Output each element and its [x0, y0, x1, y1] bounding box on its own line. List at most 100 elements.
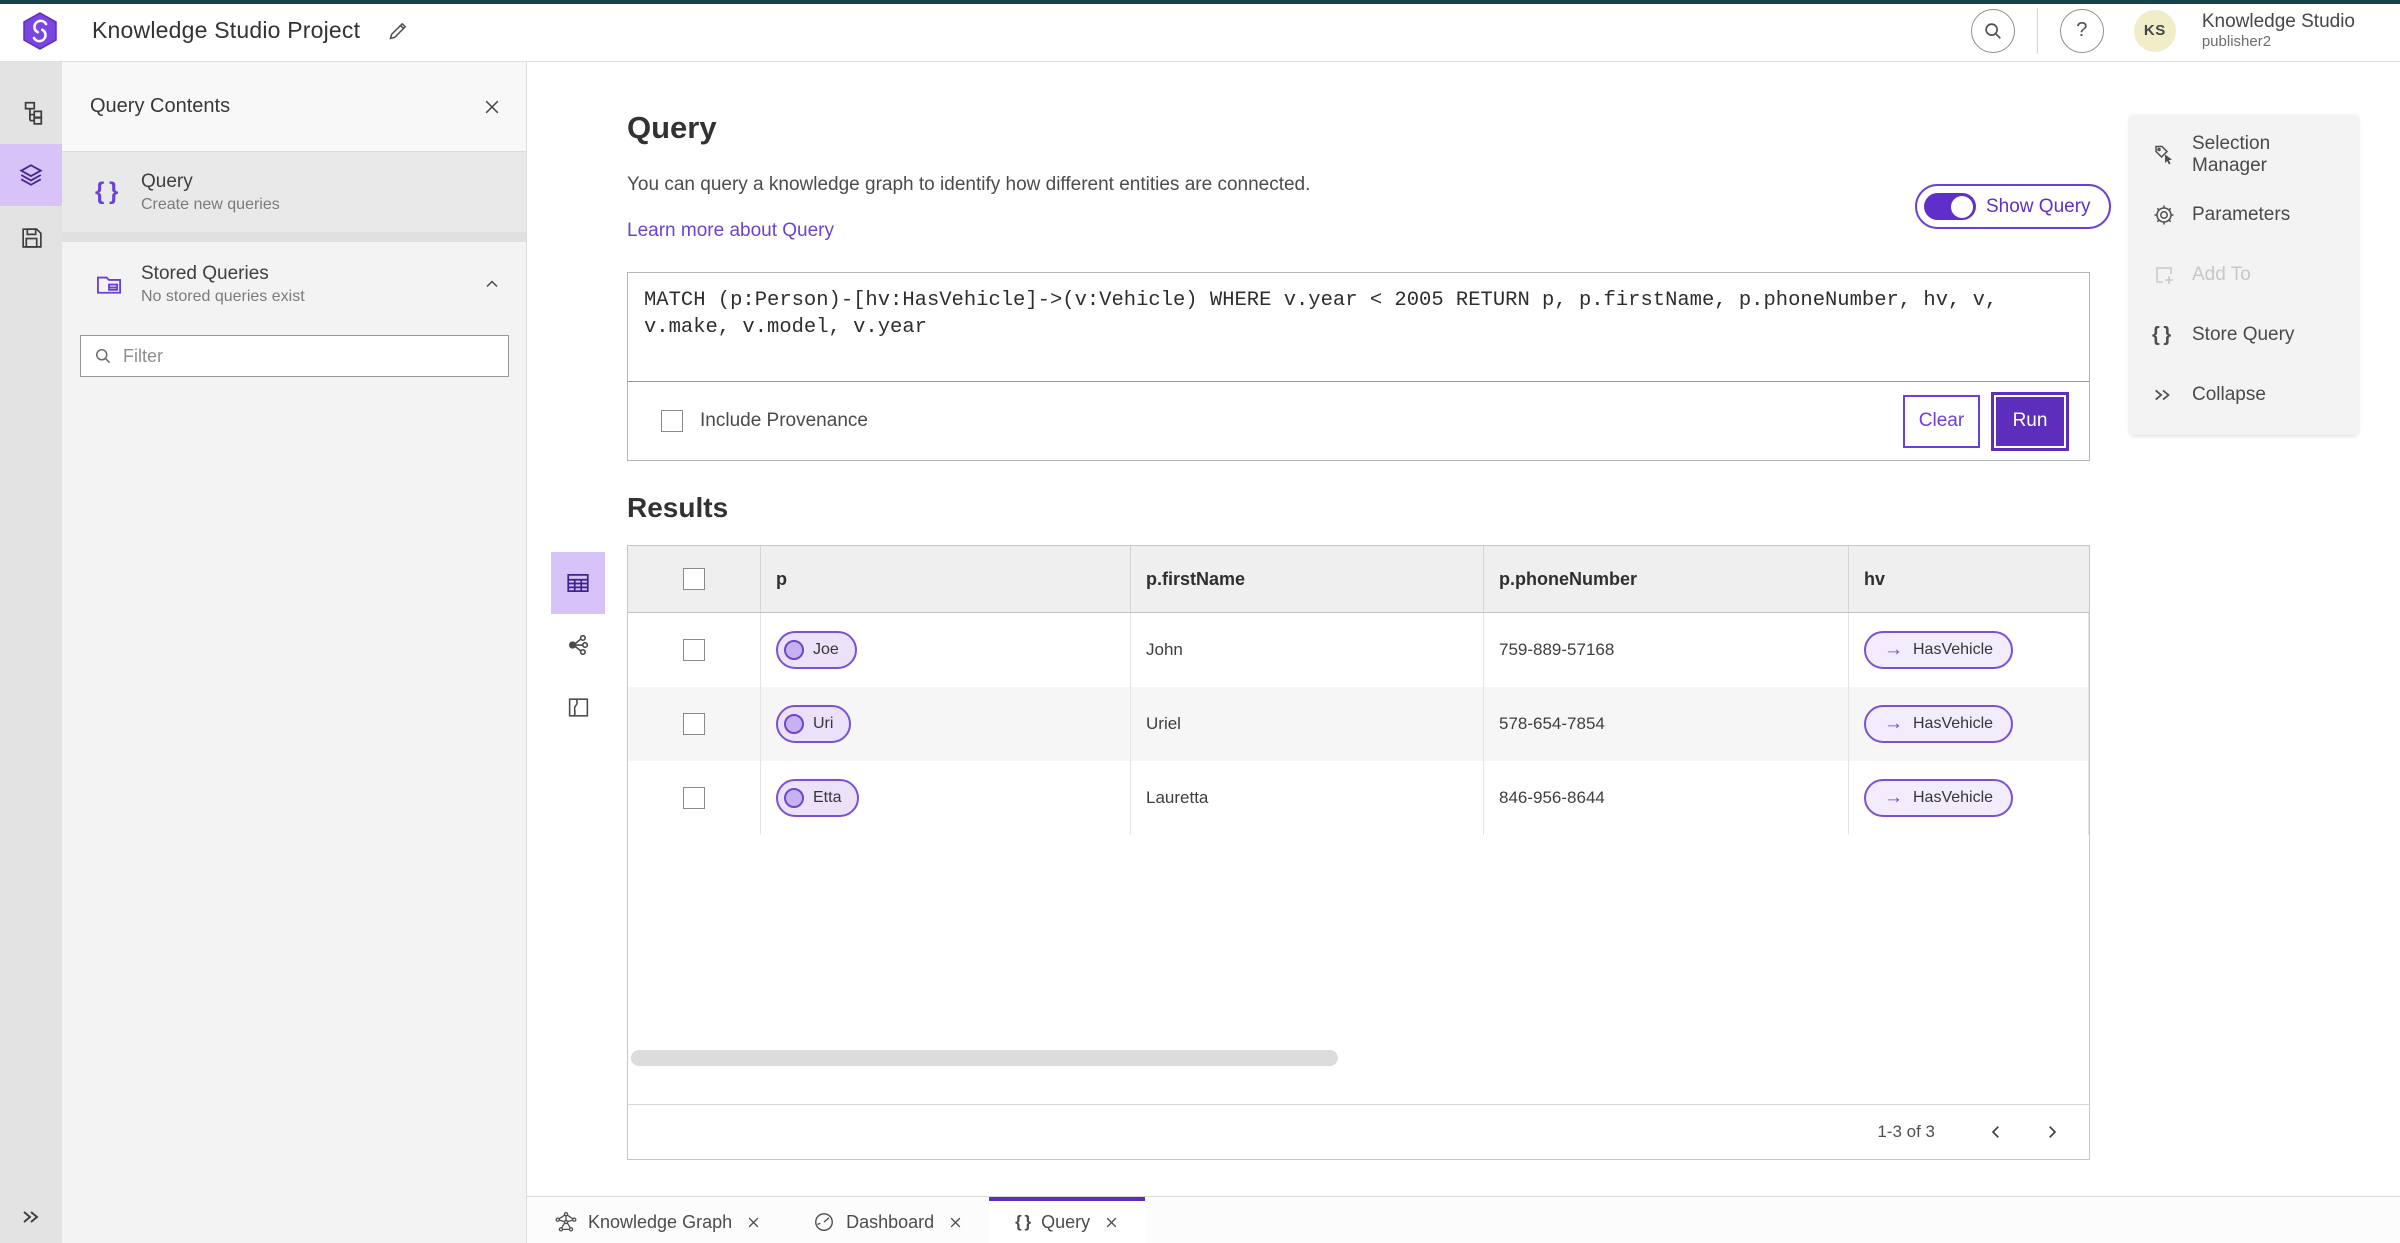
panel-header: Query Contents	[62, 62, 526, 152]
entity-node-icon	[784, 788, 804, 808]
panel-divider	[62, 232, 526, 242]
chevron-left-icon	[1991, 1126, 1999, 1138]
filter-input[interactable]	[123, 345, 496, 367]
table-row[interactable]: Joe John 759-889-57168 → HasVehicle	[628, 613, 2089, 687]
chevron-right-icon	[2049, 1126, 2057, 1138]
expand-rail-button[interactable]	[0, 1205, 62, 1229]
clear-button[interactable]: Clear	[1903, 394, 1980, 448]
row-checkbox[interactable]	[683, 787, 705, 809]
include-provenance-label: Include Provenance	[700, 410, 868, 431]
help-button[interactable]: ?	[2059, 8, 2104, 53]
panel-close-button[interactable]	[482, 97, 502, 117]
bottom-tab-bar: Knowledge Graph Dashboard { } Query	[527, 1196, 2400, 1243]
previous-page-button[interactable]	[1987, 1123, 2005, 1141]
parameters-button[interactable]: Parameters	[2130, 185, 2358, 245]
query-actions-row: Include Provenance Clear Run	[628, 382, 2089, 460]
relationship-chip[interactable]: → HasVehicle	[1864, 779, 2014, 817]
row-checkbox[interactable]	[683, 639, 705, 661]
map-view-button[interactable]	[551, 676, 605, 738]
query-code-input[interactable]: MATCH (p:Person)-[hv:HasVehicle]->(v:Veh…	[628, 273, 2089, 382]
add-to-button: Add To	[2130, 245, 2358, 305]
row-checkbox[interactable]	[683, 713, 705, 735]
rail-item-contents[interactable]	[0, 144, 62, 206]
show-query-label: Show Query	[1986, 195, 2091, 217]
add-to-icon	[2152, 263, 2178, 287]
left-icon-rail	[0, 62, 62, 1243]
toggle-switch[interactable]	[1924, 193, 1976, 220]
store-query-button[interactable]: { } Store Query	[2130, 305, 2358, 365]
arrow-right-icon: →	[1884, 639, 1903, 660]
results-view-switcher	[551, 552, 605, 738]
collapse-section-button[interactable]	[482, 274, 502, 294]
table-empty-area	[628, 835, 2089, 1104]
sidebar-item-query[interactable]: { } Query Create new queries	[62, 152, 526, 232]
entity-chip[interactable]: Uri	[776, 705, 852, 743]
relationship-chip[interactable]: → HasVehicle	[1864, 631, 2014, 669]
avatar[interactable]: KS	[2133, 9, 2176, 52]
stored-queries-title: Stored Queries	[141, 262, 269, 284]
relationship-chip[interactable]: → HasVehicle	[1864, 705, 2014, 743]
horizontal-scrollbar[interactable]	[631, 1050, 1338, 1066]
gear-icon	[2152, 203, 2178, 227]
tab-knowledge-graph[interactable]: Knowledge Graph	[529, 1197, 787, 1243]
learn-more-link[interactable]: Learn more about Query	[627, 220, 834, 242]
arrow-right-icon: →	[1884, 713, 1903, 734]
close-tab-icon[interactable]	[948, 1215, 963, 1230]
table-footer: 1-3 of 3	[628, 1104, 2089, 1159]
select-all-checkbox[interactable]	[683, 568, 705, 590]
top-bar: Knowledge Studio Project ? KS Knowledge …	[0, 0, 2400, 62]
page-title: Query	[627, 110, 717, 145]
double-chevron-right-icon	[23, 1211, 39, 1223]
braces-icon: { }	[2152, 323, 2171, 346]
map-icon	[568, 697, 588, 717]
query-workspace: Query You can query a knowledge graph to…	[527, 62, 2400, 1196]
table-header-row: p p.firstName p.phoneNumber hv	[628, 546, 2089, 613]
search-icon	[93, 346, 113, 366]
app-logo-icon[interactable]	[20, 11, 60, 51]
close-tab-icon[interactable]	[1104, 1215, 1119, 1230]
selection-manager-icon	[2152, 143, 2178, 167]
layers-icon	[19, 164, 43, 186]
query-item-title: Query	[141, 170, 193, 192]
column-header-firstname[interactable]: p.firstName	[1131, 546, 1484, 612]
tab-query[interactable]: { } Query	[989, 1197, 1146, 1243]
column-header-phonenumber[interactable]: p.phoneNumber	[1484, 546, 1849, 612]
query-contents-panel: Query Contents { } Query Create new quer…	[62, 62, 527, 1243]
column-header-hv[interactable]: hv	[1849, 546, 2089, 612]
include-provenance-checkbox[interactable]	[661, 410, 683, 432]
app-window: Knowledge Studio Project ? KS Knowledge …	[0, 0, 2400, 1243]
edit-title-icon[interactable]	[386, 19, 410, 43]
entity-chip[interactable]: Etta	[776, 779, 860, 817]
search-button[interactable]	[1970, 8, 2015, 53]
table-view-button[interactable]	[551, 552, 605, 614]
close-tab-icon[interactable]	[746, 1215, 761, 1230]
results-table: p p.firstName p.phoneNumber hv Joe John …	[627, 545, 2090, 1160]
stored-queries-filter	[80, 335, 509, 377]
cell-first-name: John	[1131, 613, 1484, 687]
column-header-p[interactable]: p	[761, 546, 1131, 612]
account-info[interactable]: Knowledge Studio publisher2	[2202, 11, 2355, 50]
table-icon	[567, 574, 589, 592]
query-tools-panel: Selection Manager Parameters Add To {} …	[2130, 115, 2358, 435]
rail-item-save[interactable]	[0, 206, 62, 268]
entity-chip[interactable]: Joe	[776, 631, 857, 669]
rail-item-data-model[interactable]	[0, 82, 62, 144]
save-icon	[21, 227, 42, 248]
graph-icon	[568, 634, 589, 656]
selection-manager-button[interactable]: Selection Manager	[2130, 125, 2358, 185]
braces-icon: { }	[1015, 1212, 1031, 1231]
show-query-toggle[interactable]: Show Query	[1915, 184, 2111, 229]
cell-phone: 846-956-8644	[1484, 761, 1849, 835]
sidebar-item-stored-queries[interactable]: Stored Queries No stored queries exist	[62, 242, 526, 326]
collapse-panel-button[interactable]: Collapse	[2130, 365, 2358, 425]
toggle-knob	[1951, 195, 1973, 218]
double-chevron-right-icon	[2152, 384, 2178, 406]
graph-view-button[interactable]	[551, 614, 605, 676]
run-button[interactable]: Run	[1994, 394, 2066, 448]
braces-icon: { }	[95, 178, 118, 205]
table-row[interactable]: Etta Lauretta 846-956-8644 → HasVehicle	[628, 761, 2089, 835]
next-page-button[interactable]	[2043, 1123, 2061, 1141]
topbar-divider	[2036, 7, 2038, 54]
table-row[interactable]: Uri Uriel 578-654-7854 → HasVehicle	[628, 687, 2089, 761]
tab-dashboard[interactable]: Dashboard	[787, 1197, 989, 1243]
